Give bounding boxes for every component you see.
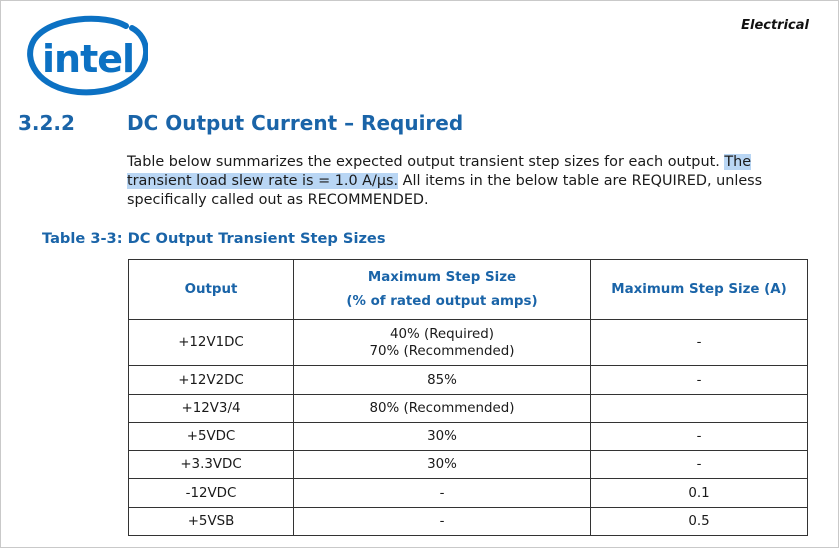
header-max-step-a: Maximum Step Size (A)	[590, 259, 808, 320]
table-row: +5VDC 30% -	[128, 422, 808, 451]
cell-max-step-pct: 85%	[293, 365, 591, 395]
table-row: +5VSB - 0.5	[128, 507, 808, 536]
cell-max-step-a: -	[590, 422, 808, 451]
cell-pct-line: -	[439, 514, 445, 529]
intel-logo: intel	[27, 15, 148, 96]
cell-output: -12VDC	[128, 478, 294, 508]
cell-max-step-a: 0.1	[590, 478, 808, 508]
cell-max-step-pct: 30%	[293, 422, 591, 451]
paragraph-text: Table below summarizes the expected outp…	[127, 154, 725, 170]
cell-max-step-pct: 80% (Recommended)	[293, 394, 591, 423]
cell-output: +12V3/4	[128, 394, 294, 423]
cell-max-step-a: -	[590, 365, 808, 395]
cell-output: +12V2DC	[128, 365, 294, 395]
cell-pct-line: 80% (Recommended)	[369, 401, 515, 416]
cell-max-step-pct: -	[293, 507, 591, 536]
table-row: +3.3VDC 30% -	[128, 450, 808, 479]
cell-pct-line: 30%	[427, 457, 457, 472]
header-max-step-pct: Maximum Step Size (% of rated output amp…	[293, 259, 591, 320]
table-caption: Table 3-3: DC Output Transient Step Size…	[42, 230, 386, 247]
table-row: +12V3/4 80% (Recommended)	[128, 394, 808, 423]
header-label: Electrical	[741, 18, 809, 33]
table-row: +12V1DC 40% (Required) 70% (Recommended) -	[128, 319, 808, 366]
cell-max-step-pct: -	[293, 478, 591, 508]
table-header-row: Output Maximum Step Size (% of rated out…	[128, 259, 808, 320]
cell-output: +5VDC	[128, 422, 294, 451]
section-title: DC Output Current – Required	[127, 111, 464, 135]
cell-pct-line: 85%	[427, 372, 457, 388]
cell-pct-line: -	[439, 485, 445, 501]
cell-pct-line: 30%	[427, 429, 457, 444]
intro-paragraph: Table below summarizes the expected outp…	[127, 153, 817, 210]
cell-max-step-a	[590, 394, 808, 423]
cell-pct-line: 70% (Recommended)	[369, 343, 515, 359]
section-number: 3.2.2	[18, 111, 75, 135]
cell-max-step-a: -	[590, 319, 808, 366]
cell-output: +12V1DC	[128, 319, 294, 366]
logo-wordmark: intel	[42, 37, 134, 81]
transient-step-table: Output Maximum Step Size (% of rated out…	[128, 259, 808, 536]
header-output: Output	[128, 259, 294, 320]
cell-max-step-a: -	[590, 450, 808, 479]
cell-output: +3.3VDC	[128, 450, 294, 479]
cell-max-step-pct: 30%	[293, 450, 591, 479]
table-row: -12VDC - 0.1	[128, 478, 808, 508]
cell-output: +5VSB	[128, 507, 294, 536]
cell-max-step-pct: 40% (Required) 70% (Recommended)	[293, 319, 591, 366]
header-max-step-line2: (% of rated output amps)	[346, 293, 538, 309]
header-max-step-line1: Maximum Step Size	[367, 269, 517, 285]
table-row: +12V2DC 85% -	[128, 365, 808, 395]
cell-max-step-a: 0.5	[590, 507, 808, 536]
cell-pct-line: 40% (Required)	[389, 326, 495, 342]
